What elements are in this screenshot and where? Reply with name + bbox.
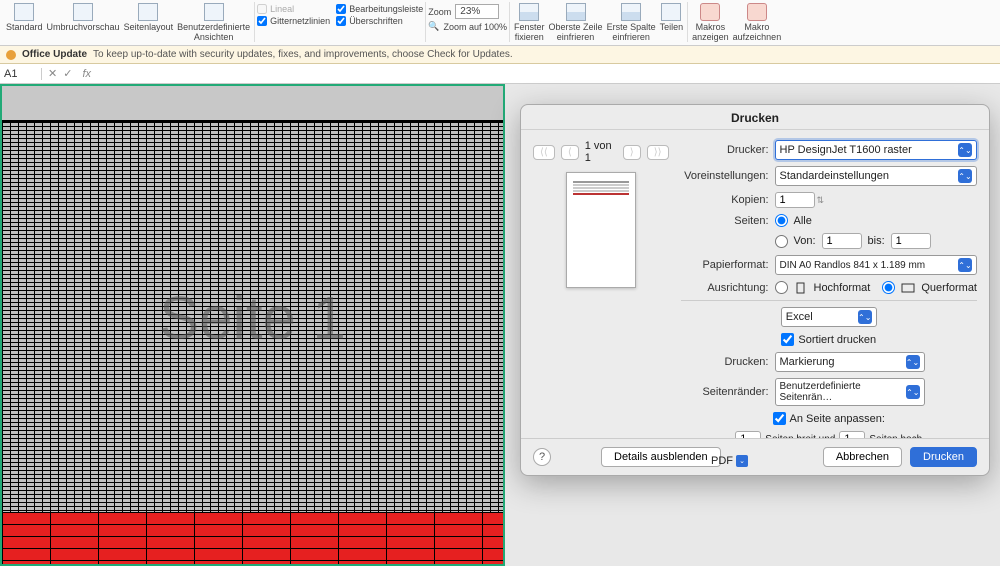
dialog-title: Drucken: [521, 105, 989, 130]
view-standard-button[interactable]: Standard: [4, 2, 45, 33]
preview-column: ⟨⟨ ⟨ 1 von 1 ⟩ ⟩⟩: [533, 140, 669, 447]
warning-icon: [6, 50, 16, 60]
copies-input[interactable]: [775, 192, 815, 208]
portrait-icon: [794, 282, 808, 294]
print-what-label: Drucken:: [681, 356, 769, 368]
fit-to-page-checkbox[interactable]: [773, 412, 786, 425]
margins-label: Seitenränder:: [681, 386, 769, 398]
name-box[interactable]: A1: [0, 68, 42, 80]
update-notification-bar[interactable]: Office Update To keep up-to-date with se…: [0, 46, 1000, 64]
view-checkboxes-2: Bearbeitungsleiste Überschriften: [336, 2, 423, 26]
zoom-group: Zoom23% 🔍Zoom auf 100%: [428, 2, 507, 32]
confirm-formula-icon[interactable]: ✓: [63, 67, 72, 80]
help-button[interactable]: ?: [533, 448, 551, 466]
cancel-button[interactable]: Abbrechen: [823, 447, 902, 467]
print-button[interactable]: Drucken: [910, 447, 977, 467]
pages-label: Seiten:: [681, 215, 769, 227]
pages-all-radio[interactable]: [775, 214, 788, 227]
formulabar-checkbox[interactable]: Bearbeitungsleiste: [336, 4, 423, 14]
settings-column: Drucker: HP DesignJet T1600 raster⌃⌄ Vor…: [681, 140, 978, 447]
print-dialog: Drucken ⟨⟨ ⟨ 1 von 1 ⟩ ⟩⟩ Drucker: HP De…: [520, 104, 990, 476]
collate-label: Sortiert drucken: [798, 334, 876, 346]
paper-label: Papierformat:: [681, 259, 769, 271]
ruler-checkbox[interactable]: Lineal: [257, 4, 330, 14]
orientation-landscape-radio[interactable]: [882, 281, 895, 294]
page-last-button[interactable]: ⟩⟩: [647, 145, 669, 160]
printer-select[interactable]: HP DesignJet T1600 raster⌃⌄: [775, 140, 978, 160]
view-checkboxes: Lineal Gitternetzlinien: [257, 2, 330, 26]
view-macros-button[interactable]: Makros anzeigen: [690, 2, 731, 43]
presets-select[interactable]: Standardeinstellungen⌃⌄: [775, 166, 978, 186]
cancel-formula-icon[interactable]: ✕: [48, 67, 57, 80]
headings-checkbox[interactable]: Überschriften: [336, 16, 423, 26]
orientation-label: Ausrichtung:: [681, 282, 769, 294]
copies-label: Kopien:: [681, 194, 769, 206]
orientation-portrait-radio[interactable]: [775, 281, 788, 294]
record-macro-button[interactable]: Makro aufzeichnen: [731, 2, 784, 43]
update-message: To keep up-to-date with security updates…: [93, 49, 513, 60]
pages-range-radio[interactable]: [775, 235, 788, 248]
view-pagebreak-button[interactable]: Umbruchvorschau: [45, 2, 122, 33]
pages-to-input[interactable]: [891, 233, 931, 249]
view-custom-button[interactable]: Benutzerdefinierte Ansichten: [175, 2, 252, 43]
portrait-label: Hochformat: [814, 282, 871, 294]
page-indicator: 1 von 1: [585, 140, 617, 164]
stepper-icon[interactable]: ⇅: [817, 195, 825, 206]
margins-select[interactable]: Benutzerdefinierte Seitenrän…⌃⌄: [775, 378, 925, 406]
freeze-first-button[interactable]: Erste Spalte einfrieren: [605, 2, 658, 43]
split-button[interactable]: Teilen: [658, 2, 686, 33]
print-preview-page: [566, 172, 636, 288]
spreadsheet-view[interactable]: Seite 1: [0, 84, 505, 566]
formula-bar: A1 ✕ ✓ fx: [0, 64, 1000, 84]
landscape-label: Querformat: [921, 282, 977, 294]
view-pagelayout-button[interactable]: Seitenlayout: [122, 2, 176, 33]
pages-from-input[interactable]: [822, 233, 862, 249]
print-what-select[interactable]: Markierung⌃⌄: [775, 352, 925, 372]
dialog-footer: ? Details ausblenden PDF⌄ Abbrechen Druc…: [521, 438, 989, 475]
ribbon-toolbar: Standard Umbruchvorschau Seitenlayout Be…: [0, 0, 1000, 46]
page-first-button[interactable]: ⟨⟨: [533, 145, 555, 160]
pdf-dropdown[interactable]: PDF⌄: [711, 455, 748, 467]
fx-label: fx: [82, 68, 91, 80]
app-select[interactable]: Excel⌃⌄: [781, 307, 877, 327]
pages-from-label: Von:: [794, 235, 816, 247]
gridlines-checkbox[interactable]: Gitternetzlinien: [257, 16, 330, 26]
page-next-button[interactable]: ⟩: [623, 145, 641, 160]
landscape-icon: [901, 282, 915, 294]
presets-label: Voreinstellungen:: [681, 170, 769, 182]
zoom-select[interactable]: 23%: [455, 4, 499, 19]
collate-checkbox[interactable]: [781, 333, 794, 346]
freeze-panes-button[interactable]: Fenster fixieren: [512, 2, 547, 43]
freeze-top-button[interactable]: Oberste Zeile einfrieren: [547, 2, 605, 43]
paper-select[interactable]: DIN A0 Randlos 841 x 1.189 mm⌃⌄: [775, 255, 978, 275]
page-prev-button[interactable]: ⟨: [561, 145, 579, 160]
hide-details-button[interactable]: Details ausblenden: [601, 447, 721, 467]
printer-label: Drucker:: [681, 144, 769, 156]
update-title: Office Update: [22, 49, 87, 60]
fit-to-page-label: An Seite anpassen:: [790, 413, 885, 425]
pages-to-label: bis:: [868, 235, 885, 247]
zoom-100-button[interactable]: 🔍Zoom auf 100%: [428, 21, 507, 32]
pages-all-label: Alle: [794, 215, 812, 227]
